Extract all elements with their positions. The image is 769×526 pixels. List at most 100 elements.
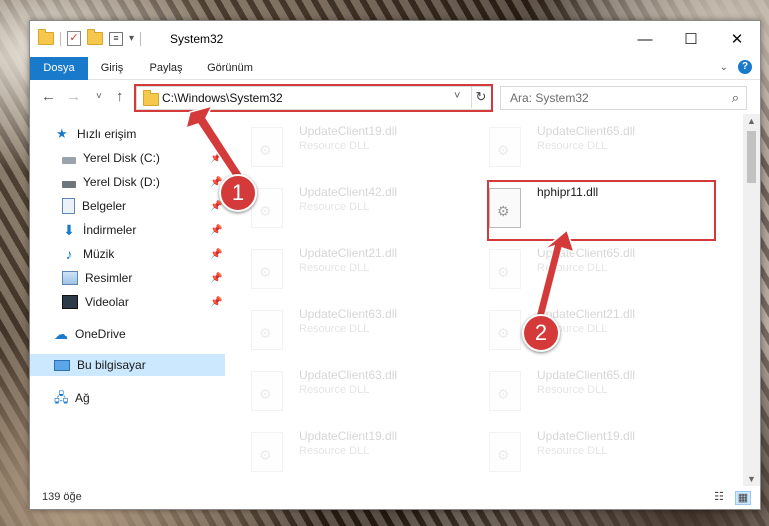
sidebar-item-pictures[interactable]: Resimler [62,267,132,289]
file-description: Resource DLL [299,323,370,335]
documents-icon [62,198,75,214]
file-name: UpdateClient65.dll [537,246,636,260]
file-description: Resource DLL [537,262,608,274]
dll-file-icon [489,310,521,350]
sidebar-item-downloads[interactable]: ⬇ İndirmeler [62,219,136,241]
new-folder-icon[interactable] [87,29,103,45]
file-name: UpdateClient19.dll [537,429,636,443]
pin-icon: 📌 [210,225,223,236]
status-bar: 139 öğe ☷ ▦ [30,486,760,509]
list-item[interactable]: UpdateClient65.dll Resource DLL [489,243,719,297]
recent-locations-button[interactable]: ˅ [96,91,102,102]
step-badge-2: 2 [522,314,560,352]
network-icon: 🖧 [54,390,69,405]
sidebar-item-label: Ağ [75,391,90,405]
search-input[interactable]: Ara: System32 ⌕ [500,86,747,110]
file-name: UpdateClient21.dll [299,246,398,260]
customize-icon[interactable]: ≡ [109,31,123,46]
sidebar-item-label: Yerel Disk (D:) [83,175,160,189]
search-icon[interactable]: ⌕ [732,90,739,106]
step-badge-1: 1 [219,174,257,212]
file-explorer-window: ✓ ≡ ▾ System32 — ☐ ✕ Dosya Giriş Paylaş … [29,20,761,510]
list-item[interactable]: UpdateClient63.dll Resource DLL [251,365,481,419]
list-item[interactable]: UpdateClient21.dll Resource DLL [251,243,481,297]
list-item[interactable]: UpdateClient19.dll Resource DLL [251,121,481,175]
maximize-button[interactable]: ☐ [668,21,714,57]
dll-file-icon [251,371,283,411]
back-button[interactable]: ← [41,88,56,105]
large-icons-view-icon[interactable]: ▦ [735,491,751,505]
forward-button[interactable]: → [66,88,81,105]
up-button[interactable]: ↑ [116,88,124,105]
video-icon [62,295,78,309]
sidebar-item-videos[interactable]: Videolar [62,291,129,313]
dll-file-icon [251,127,283,167]
list-item[interactable]: UpdateClient42.dll Resource DLL [251,182,481,236]
title-bar: ✓ ≡ ▾ System32 — ☐ ✕ [30,21,760,57]
window-title: System32 [170,32,224,46]
dll-file-icon [489,371,521,411]
folder-icon [38,29,54,45]
scrollbar-thumb[interactable] [747,131,756,183]
dll-file-icon [251,310,283,350]
ribbon-right: ⌄ ? [720,60,752,74]
pin-icon: 📌 [210,201,223,212]
properties-check-icon[interactable]: ✓ [67,31,81,46]
pin-icon: 📌 [210,273,223,284]
expand-ribbon-icon[interactable]: ⌄ [720,62,728,73]
dll-file-icon [489,249,521,289]
drive-icon [62,180,76,188]
file-description: Resource DLL [299,384,370,396]
navigation-pane: ★ Hızlı erişim Yerel Disk (C:) 📌 Yerel D… [30,114,225,486]
file-name: UpdateClient42.dll [299,185,398,199]
sidebar-item-onedrive[interactable]: ☁ OneDrive [54,323,126,345]
file-list: UpdateClient19.dll Resource DLL UpdateCl… [242,114,742,486]
highlight-box-address [134,84,493,112]
file-description: Resource DLL [299,140,370,152]
sidebar-item-drive-d[interactable]: Yerel Disk (D:) [62,171,160,193]
sidebar-item-label: Belgeler [82,199,127,213]
sidebar-item-drive-c[interactable]: Yerel Disk (C:) [62,147,160,169]
sidebar-item-music[interactable]: ♪ Müzik [62,243,115,265]
minimize-button[interactable]: — [622,21,668,57]
divider [60,31,61,46]
sidebar-item-label: Videolar [85,295,129,309]
file-description: Resource DLL [299,201,370,213]
dll-file-icon [251,432,283,472]
details-view-icon[interactable]: ☷ [712,491,726,503]
download-icon: ⬇ [63,222,75,238]
ribbon-tabs: Dosya Giriş Paylaş Görünüm ⌄ ? [30,57,760,111]
list-item[interactable]: UpdateClient19.dll Resource DLL [251,426,481,480]
sidebar-item-label: Resimler [85,271,133,285]
quick-access-toolbar: ✓ ≡ ▾ [38,29,142,46]
file-name: UpdateClient63.dll [299,307,398,321]
list-item[interactable]: UpdateClient19.dll Resource DLL [489,426,719,480]
tab-home[interactable]: Giriş [92,57,132,79]
scroll-down-icon[interactable]: ▼ [747,474,756,484]
file-description: Resource DLL [299,445,370,457]
sidebar-item-documents[interactable]: Belgeler [62,195,126,217]
sidebar-item-label: Yerel Disk (C:) [83,151,160,165]
scroll-up-icon[interactable]: ▲ [747,116,756,126]
star-icon: ★ [56,126,68,141]
vertical-scrollbar[interactable]: ▲ ▼ [743,114,760,486]
chevron-down-icon[interactable]: ▾ [129,33,134,44]
sidebar-item-label: İndirmeler [83,223,137,237]
file-description: Resource DLL [537,140,608,152]
list-item[interactable]: UpdateClient65.dll Resource DLL [489,365,719,419]
list-item[interactable]: UpdateClient65.dll Resource DLL [489,121,719,175]
list-item[interactable]: UpdateClient63.dll Resource DLL [251,304,481,358]
sidebar-item-quick-access[interactable]: ★ Hızlı erişim [56,123,136,145]
close-button[interactable]: ✕ [714,21,760,57]
pictures-icon [62,271,78,285]
file-name: UpdateClient65.dll [537,368,636,382]
dll-file-icon [489,127,521,167]
help-icon[interactable]: ? [738,60,752,74]
sidebar-item-label: OneDrive [75,327,126,341]
file-description: Resource DLL [537,384,608,396]
tab-view[interactable]: Görünüm [202,57,258,79]
sidebar-item-this-pc[interactable]: Bu bilgisayar [30,354,225,376]
tab-share[interactable]: Paylaş [144,57,188,79]
cloud-icon: ☁ [54,326,68,342]
sidebar-item-network[interactable]: 🖧 Ağ [54,387,90,409]
